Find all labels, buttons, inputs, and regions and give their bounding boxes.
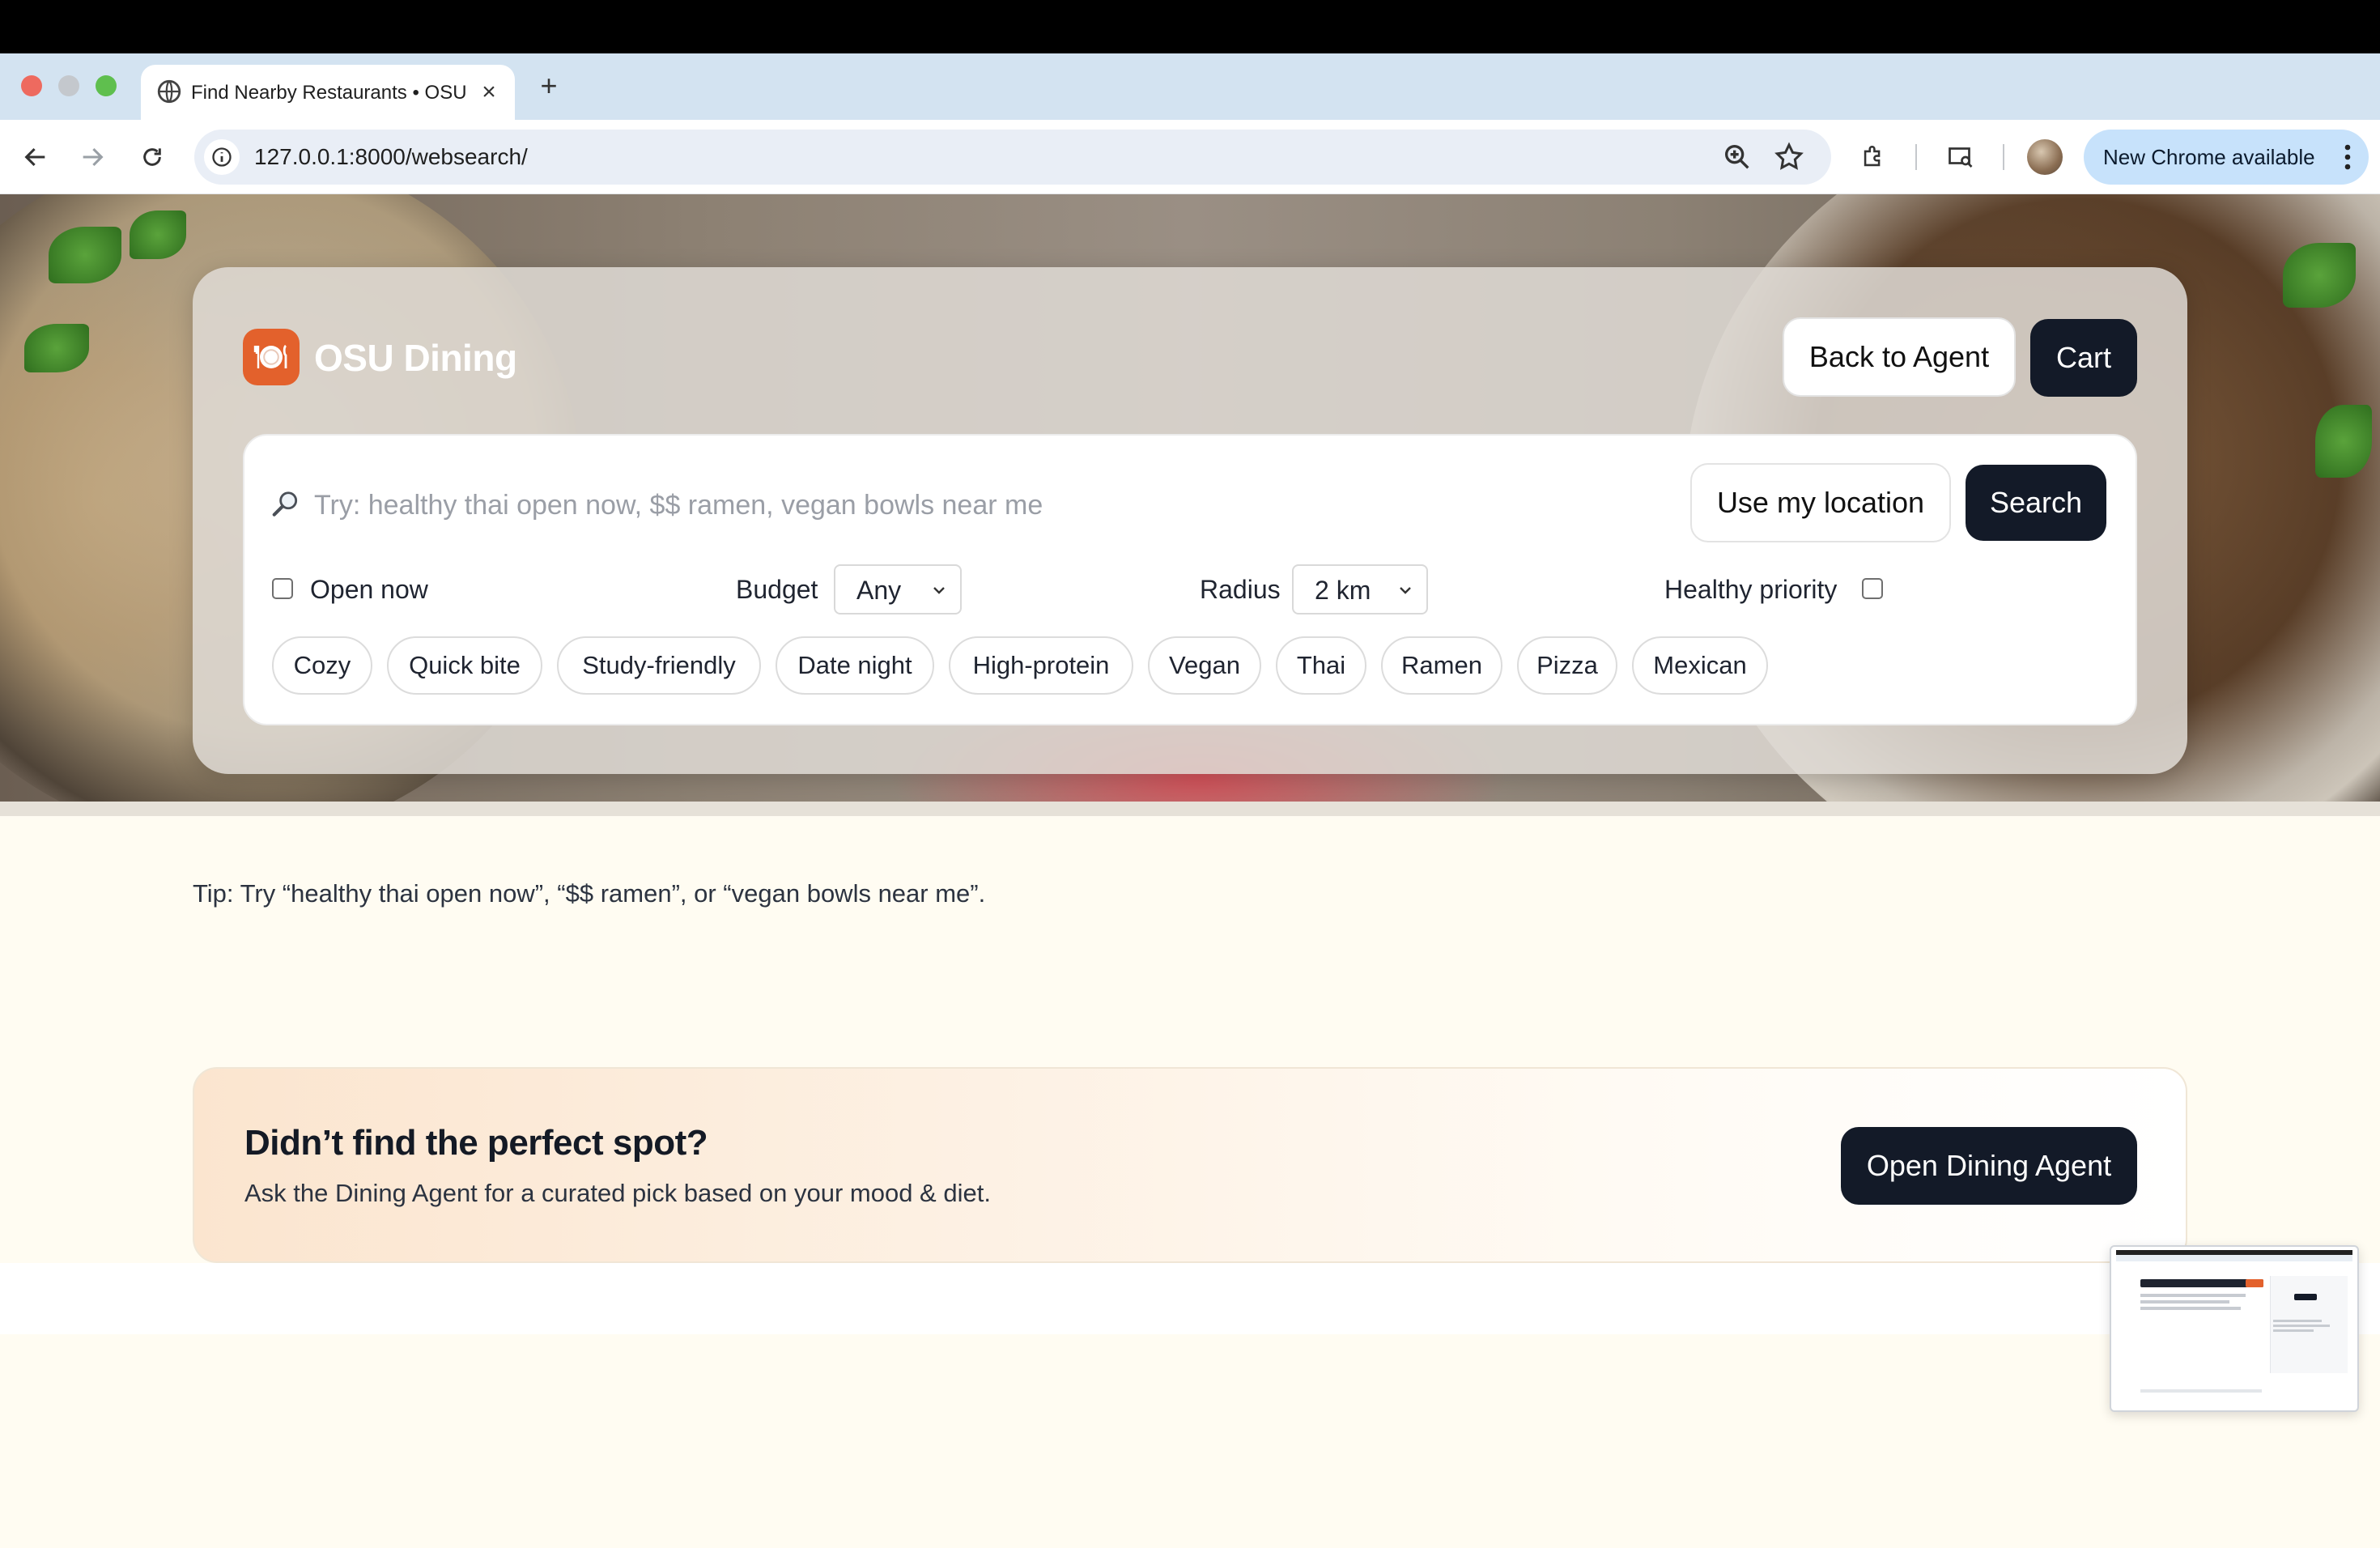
preview-toolbar bbox=[2116, 1255, 2352, 1261]
toolbar-divider bbox=[2003, 144, 2004, 170]
back-to-agent-button[interactable]: Back to Agent bbox=[1783, 317, 2016, 397]
address-bar[interactable]: 127.0.0.1:8000/websearch/ bbox=[194, 130, 1831, 185]
chip-cozy[interactable]: Cozy bbox=[272, 636, 372, 695]
search-input[interactable] bbox=[314, 481, 1674, 529]
chip-ramen[interactable]: Ramen bbox=[1381, 636, 1502, 695]
use-my-location-button[interactable]: Use my location bbox=[1690, 463, 1951, 542]
toolbar-divider bbox=[1915, 144, 1917, 170]
herb-leaf bbox=[49, 227, 121, 283]
chip-thai[interactable]: Thai bbox=[1276, 636, 1366, 695]
tab-title: Find Nearby Restaurants • OSU Dining bbox=[191, 82, 466, 104]
site-info-icon[interactable] bbox=[204, 139, 240, 175]
herb-leaf bbox=[130, 211, 186, 259]
preview-input bbox=[2140, 1389, 2262, 1393]
chip-vegan[interactable]: Vegan bbox=[1148, 636, 1261, 695]
window-maximize-button[interactable] bbox=[96, 75, 117, 96]
chevron-down-icon bbox=[1400, 587, 1411, 594]
budget-value: Any bbox=[856, 576, 902, 605]
browser-toolbar: 127.0.0.1:8000/websearch/ New Chrome ava… bbox=[0, 120, 2380, 194]
new-tab-icon[interactable]: + bbox=[533, 70, 565, 102]
reload-icon[interactable] bbox=[133, 138, 172, 176]
preview-line bbox=[2140, 1294, 2246, 1297]
preview-button bbox=[2294, 1294, 2317, 1300]
window-preview-thumbnail[interactable] bbox=[2110, 1245, 2359, 1412]
close-tab-icon[interactable]: × bbox=[473, 76, 505, 108]
back-arrow-icon[interactable] bbox=[16, 138, 55, 176]
budget-label: Budget bbox=[736, 575, 818, 604]
radius-value: 2 km bbox=[1315, 576, 1371, 605]
window-close-button[interactable] bbox=[21, 75, 42, 96]
open-dining-agent-button[interactable]: Open Dining Agent bbox=[1841, 1127, 2137, 1205]
chevron-down-icon bbox=[933, 587, 945, 594]
page-footer-band bbox=[0, 1263, 2380, 1334]
chip-quick-bite[interactable]: Quick bite bbox=[387, 636, 542, 695]
open-now-checkbox[interactable] bbox=[272, 578, 293, 599]
healthy-priority-checkbox[interactable] bbox=[1862, 578, 1883, 599]
search-tip: Tip: Try “healthy thai open now”, “$$ ra… bbox=[193, 879, 986, 908]
radius-select[interactable]: 2 km bbox=[1292, 564, 1428, 615]
preview-line bbox=[2273, 1320, 2322, 1322]
herb-leaf bbox=[24, 324, 89, 372]
chip-date-night[interactable]: Date night bbox=[776, 636, 934, 695]
brand-name[interactable]: OSU Dining bbox=[314, 337, 517, 379]
cta-subtitle: Ask the Dining Agent for a curated pick … bbox=[244, 1179, 991, 1207]
preview-line bbox=[2273, 1325, 2330, 1327]
cart-button[interactable]: Cart bbox=[2030, 319, 2137, 397]
search-button[interactable]: Search bbox=[1966, 465, 2106, 541]
zoom-icon[interactable] bbox=[1721, 141, 1753, 173]
extensions-icon[interactable] bbox=[1854, 138, 1893, 176]
preview-line bbox=[2273, 1329, 2314, 1332]
chip-high-protein[interactable]: High-protein bbox=[949, 636, 1133, 695]
forward-arrow-icon[interactable] bbox=[73, 138, 112, 176]
preview-line bbox=[2140, 1300, 2229, 1303]
open-now-label: Open now bbox=[310, 575, 428, 604]
chip-study-friendly[interactable]: Study-friendly bbox=[557, 636, 761, 695]
chip-mexican[interactable]: Mexican bbox=[1632, 636, 1768, 695]
budget-select[interactable]: Any bbox=[834, 564, 962, 615]
plate-icon bbox=[243, 329, 300, 385]
new-chrome-available-button[interactable]: New Chrome available bbox=[2084, 130, 2369, 185]
globe-icon bbox=[157, 79, 181, 104]
herb-leaf bbox=[2283, 243, 2356, 308]
browser-tab[interactable]: Find Nearby Restaurants • OSU Dining × bbox=[141, 65, 515, 120]
hero-divider bbox=[0, 802, 2380, 816]
more-icon[interactable] bbox=[2341, 142, 2354, 172]
healthy-priority-label: Healthy priority bbox=[1664, 575, 1838, 604]
update-label: New Chrome available bbox=[2103, 145, 2315, 169]
search-icon bbox=[272, 491, 298, 517]
radius-label: Radius bbox=[1200, 575, 1281, 604]
preview-header-accent bbox=[2246, 1279, 2263, 1287]
cta-title: Didn’t find the perfect spot? bbox=[244, 1123, 708, 1163]
url-text: 127.0.0.1:8000/websearch/ bbox=[254, 144, 528, 169]
preview-line bbox=[2140, 1307, 2241, 1310]
window-minimize-button[interactable] bbox=[58, 75, 79, 96]
herb-leaf bbox=[2315, 405, 2372, 478]
profile-avatar[interactable] bbox=[2027, 139, 2063, 175]
media-icon[interactable] bbox=[1941, 138, 1980, 176]
star-icon[interactable] bbox=[1773, 141, 1805, 173]
screen-top-bar bbox=[0, 0, 2380, 53]
chip-pizza[interactable]: Pizza bbox=[1517, 636, 1617, 695]
